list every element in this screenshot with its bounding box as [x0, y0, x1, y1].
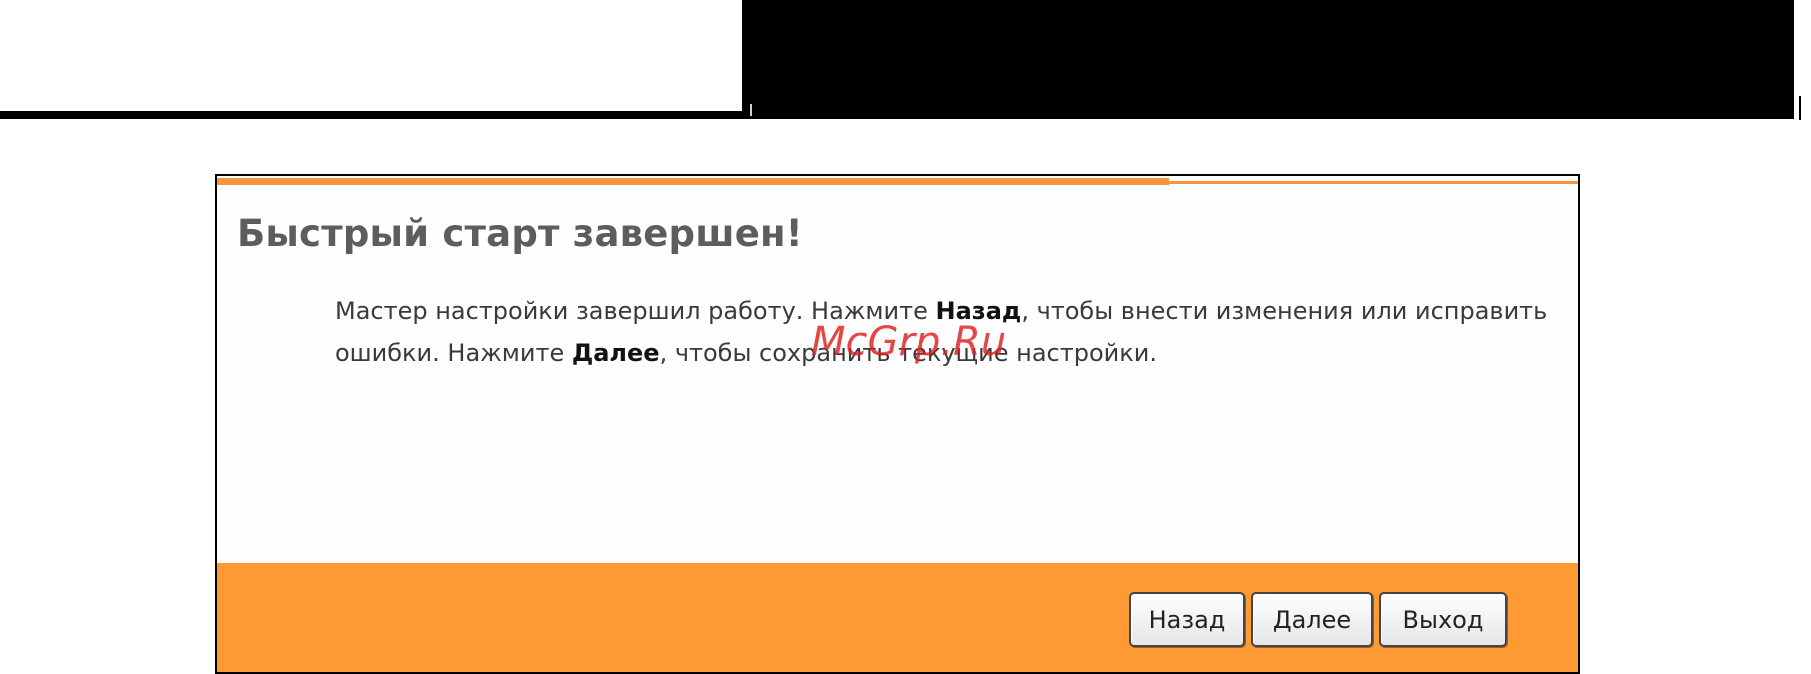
header-tick-right [1799, 96, 1801, 120]
top-orange-bar [217, 176, 1578, 185]
page-title: Быстрый старт завершен! [237, 212, 803, 255]
footer-bar: Назад Далее Выход [217, 563, 1578, 672]
back-button[interactable]: Назад [1129, 592, 1245, 647]
top-orange-bar-thick [217, 178, 1169, 185]
header-tick-left [750, 104, 752, 116]
message-part-1: Мастер настройки завершил работу. Нажмит… [335, 297, 936, 325]
exit-button[interactable]: Выход [1379, 592, 1507, 647]
button-group: Назад Далее Выход [1129, 592, 1507, 647]
header-black-block [742, 0, 1794, 119]
top-orange-bar-thin [1169, 181, 1578, 184]
next-button[interactable]: Далее [1251, 592, 1373, 647]
page: Быстрый старт завершен! Мастер настройки… [0, 0, 1811, 674]
quick-start-dialog: Быстрый старт завершен! Мастер настройки… [215, 174, 1580, 674]
header-rule [0, 111, 742, 119]
message-part-3: , чтобы сохранить текущие настройки. [659, 339, 1157, 367]
message-back-keyword: Назад [935, 297, 1022, 325]
message-next-keyword: Далее [571, 339, 660, 367]
completion-message: Мастер настройки завершил работу. Нажмит… [335, 290, 1565, 374]
